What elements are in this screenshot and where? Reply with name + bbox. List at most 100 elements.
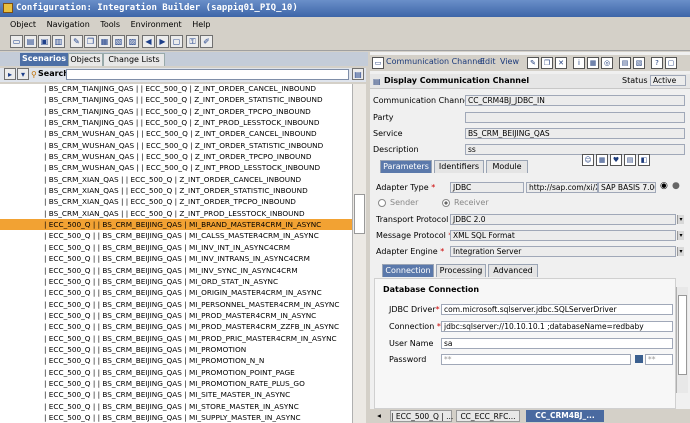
smiley-icon[interactable]: ☺ — [582, 154, 594, 166]
chevron-down-icon[interactable]: ▾ — [677, 247, 684, 256]
back-icon[interactable]: ◀ — [142, 35, 155, 48]
service-field[interactable]: BS_CRM_BEIJING_QAS — [465, 128, 685, 139]
editor-tab-1[interactable]: | ECC_500_Q | ... — [390, 410, 453, 422]
activate-icon[interactable]: ▦ — [98, 35, 111, 48]
description-field[interactable]: ss — [465, 144, 685, 155]
tree-row[interactable]: | ECC_500_Q | | BS_CRM_BEIJING_QAS | MI_… — [0, 230, 352, 241]
grid-icon[interactable]: ▦ — [596, 154, 608, 166]
tab-module[interactable]: Module — [486, 160, 528, 173]
tool-icon[interactable]: ✐ — [200, 35, 213, 48]
heart-icon[interactable]: ♥ — [610, 154, 622, 166]
layout-icon[interactable]: ▨ — [126, 35, 139, 48]
filter-icon[interactable]: ▤ — [352, 68, 364, 80]
transport-select[interactable]: JDBC 2.0 — [450, 214, 676, 225]
tree-row[interactable]: | ECC_500_Q | | BS_CRM_BEIJING_QAS | MI_… — [0, 389, 352, 400]
expand-icon[interactable]: ▸ — [4, 68, 16, 80]
tree-row[interactable]: | ECC_500_Q | | BS_CRM_BEIJING_QAS | MI_… — [0, 367, 352, 378]
print-icon[interactable]: ▥ — [52, 35, 65, 48]
maximize-icon[interactable]: ▢ — [665, 57, 677, 69]
scrollbar-thumb[interactable] — [354, 194, 365, 234]
print-icon[interactable]: ▤ — [619, 57, 631, 69]
tree-row[interactable]: | BS_CRM_WUSHAN_QAS | | ECC_500_Q | Z_IN… — [0, 140, 352, 151]
menu-object[interactable]: Object — [10, 20, 36, 29]
tree-row[interactable]: | ECC_500_Q | | BS_CRM_BEIJING_QAS | MI_… — [0, 265, 352, 276]
tree-row[interactable]: | ECC_500_Q | | BS_CRM_BEIJING_QAS | MI_… — [0, 321, 352, 332]
connection-field[interactable]: jdbc:sqlserver://10.10.10.1 ;databaseNam… — [441, 321, 673, 332]
editor-tab-2[interactable]: CC_ECC_RFC... — [456, 410, 520, 422]
menu-navigation[interactable]: Navigation — [47, 20, 90, 29]
tree-row[interactable]: | ECC_500_Q | | BS_CRM_BEIJING_QAS | MI_… — [0, 333, 352, 344]
tree-row[interactable]: | BS_CRM_WUSHAN_QAS | | ECC_500_Q | Z_IN… — [0, 151, 352, 162]
export-icon[interactable]: ▧ — [633, 57, 645, 69]
tab-parameters[interactable]: Parameters — [380, 160, 432, 173]
tree-row[interactable]: | ECC_500_Q | | BS_CRM_BEIJING_QAS | MI_… — [0, 299, 352, 310]
help-icon[interactable]: ? — [651, 57, 663, 69]
check-icon[interactable]: ▧ — [112, 35, 125, 48]
key-icon[interactable] — [635, 355, 643, 363]
tree-row[interactable]: | ECC_500_Q | | BS_CRM_BEIJING_QAS | MI_… — [0, 287, 352, 298]
menu-help[interactable]: Help — [192, 20, 210, 29]
copy-icon[interactable]: ❐ — [84, 35, 97, 48]
chevron-down-icon[interactable]: ▾ — [677, 231, 684, 240]
password-confirm-field[interactable]: ** — [645, 354, 673, 365]
tab-connection[interactable]: Connection — [382, 264, 434, 277]
delete-icon[interactable]: ✕ — [555, 57, 567, 69]
history-icon[interactable]: ▦ — [587, 57, 599, 69]
info-icon[interactable]: i — [573, 57, 585, 69]
message-select[interactable]: XML SQL Format — [450, 230, 676, 241]
tree-row[interactable]: | ECC_500_Q | | BS_CRM_BEIJING_QAS | MI_… — [0, 253, 352, 264]
tree-row[interactable]: | ECC_500_Q | | BS_CRM_BEIJING_QAS | MI_… — [0, 378, 352, 389]
editor-tab-3[interactable]: CC_CRM4BJ_... — [526, 410, 604, 422]
tree-row[interactable]: | ECC_500_Q | | BS_CRM_BEIJING_QAS | MI_… — [0, 242, 352, 253]
edit-icon[interactable]: ✎ — [527, 57, 539, 69]
where-used-icon[interactable]: ◎ — [601, 57, 613, 69]
tree-row[interactable]: | BS_CRM_XIAN_QAS | | ECC_500_Q | Z_INT_… — [0, 185, 352, 196]
edit-icon[interactable]: ✎ — [70, 35, 83, 48]
lock-icon[interactable]: ⚿ — [186, 35, 199, 48]
tree-row[interactable]: | BS_CRM_TIANJING_QAS | | ECC_500_Q | Z_… — [0, 117, 352, 128]
pin-icon[interactable]: ▭ — [372, 57, 384, 69]
chevron-down-icon[interactable]: ▾ — [677, 215, 684, 224]
adapter-namespace-field[interactable]: http://sap.com/xi/XI/S — [526, 182, 598, 193]
tree-row[interactable]: | BS_CRM_TIANJING_QAS | | ECC_500_Q | Z_… — [0, 84, 352, 94]
tree-scrollbar[interactable] — [352, 84, 366, 423]
menu-environment[interactable]: Environment — [131, 20, 182, 29]
sender-radio[interactable] — [378, 199, 386, 207]
user-field[interactable]: sa — [441, 338, 673, 349]
copy-icon[interactable]: ❐ — [541, 57, 553, 69]
collapse-icon[interactable]: ▾ — [17, 68, 29, 80]
open-icon[interactable]: ▤ — [24, 35, 37, 48]
tree-row[interactable]: | BS_CRM_WUSHAN_QAS | | ECC_500_Q | Z_IN… — [0, 162, 352, 173]
tree-row[interactable]: | ECC_500_Q | | BS_CRM_BEIJING_QAS | MI_… — [0, 219, 352, 231]
tree-row[interactable]: | BS_CRM_TIANJING_QAS | | ECC_500_Q | Z_… — [0, 94, 352, 105]
password-field[interactable]: ** — [441, 354, 631, 365]
scrollbar-thumb[interactable] — [678, 295, 687, 375]
graph-icon[interactable]: ◧ — [638, 154, 650, 166]
tree-row[interactable]: | BS_CRM_XIAN_QAS | | ECC_500_Q | Z_INT_… — [0, 208, 352, 219]
scroll-left-icon[interactable]: ◂ — [372, 410, 386, 422]
display-icon[interactable]: ▢ — [170, 35, 183, 48]
tree-row[interactable]: | BS_CRM_TIANJING_QAS | | ECC_500_Q | Z_… — [0, 106, 352, 117]
menu-communication-channel[interactable]: Communication Channel — [386, 57, 484, 66]
help-icon[interactable]: ◉ — [660, 181, 668, 191]
tab-scenarios[interactable]: Scenarios — [20, 53, 68, 66]
search-input[interactable] — [66, 69, 349, 80]
receiver-radio[interactable] — [442, 199, 450, 207]
tree-row[interactable]: | ECC_500_Q | | BS_CRM_BEIJING_QAS | MI_… — [0, 310, 352, 321]
tree-row[interactable]: | BS_CRM_XIAN_QAS | | ECC_500_Q | Z_INT_… — [0, 174, 352, 185]
tab-identifiers[interactable]: Identifiers — [434, 160, 484, 173]
tab-advanced[interactable]: Advanced — [488, 264, 538, 277]
menu-view[interactable]: View — [500, 57, 519, 66]
channel-field[interactable]: CC_CRM4BJ_JDBC_IN — [465, 95, 685, 106]
tree-row[interactable]: | ECC_500_Q | | BS_CRM_BEIJING_QAS | MI_… — [0, 355, 352, 366]
tree-row[interactable]: | ECC_500_Q | | BS_CRM_BEIJING_QAS | MI_… — [0, 344, 352, 355]
tree-row[interactable]: | BS_CRM_XIAN_QAS | | ECC_500_Q | Z_INT_… — [0, 196, 352, 207]
adapter-type-field[interactable]: JDBC — [450, 182, 524, 193]
tree-row[interactable]: | ECC_500_Q | | BS_CRM_BEIJING_QAS | MI_… — [0, 401, 352, 412]
adapter-swcv-field[interactable]: SAP BASIS 7.00 — [598, 182, 656, 193]
tab-change-lists[interactable]: Change Lists — [103, 53, 165, 66]
tree-row[interactable]: | ECC_500_Q | | BS_CRM_BEIJING_QAS | MI_… — [0, 276, 352, 287]
menu-edit[interactable]: Edit — [480, 57, 496, 66]
forward-icon[interactable]: ▶ — [156, 35, 169, 48]
editor-scrollbar[interactable] — [676, 287, 688, 393]
